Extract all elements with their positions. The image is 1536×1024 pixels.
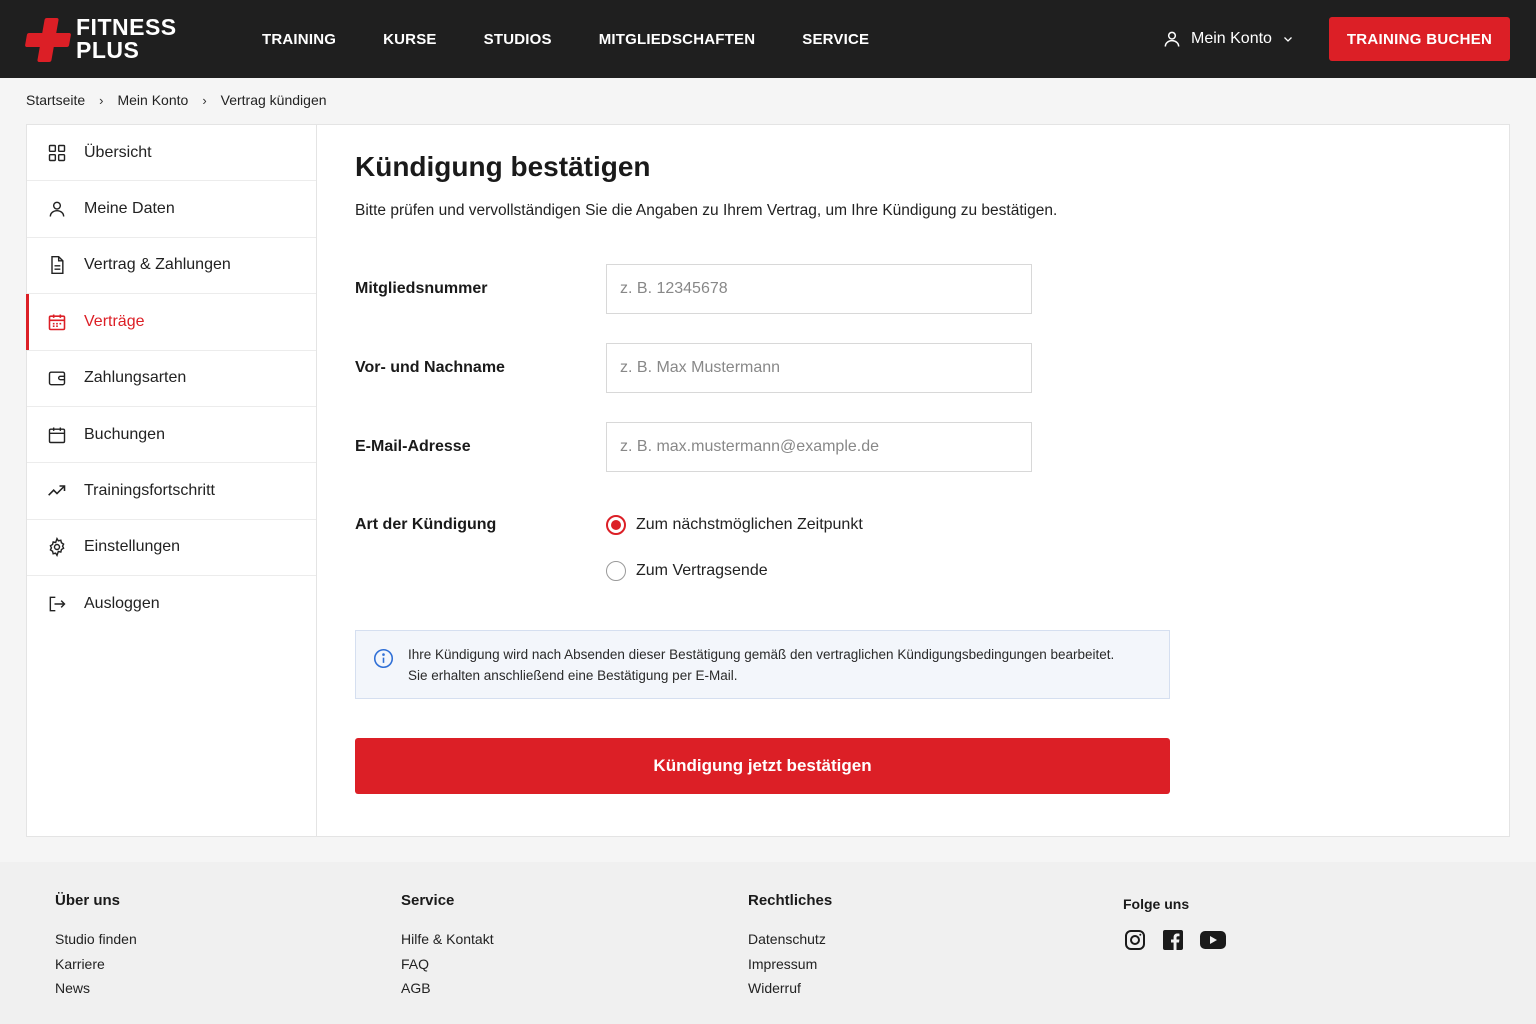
sidebar-item-label: Ausloggen bbox=[84, 595, 160, 613]
logo-text: FITNESS PLUS bbox=[76, 16, 177, 62]
footer-column-service: Service Hilfe & Kontakt FAQ AGB bbox=[401, 892, 494, 1001]
chevron-down-icon bbox=[1283, 37, 1292, 42]
user-icon bbox=[1164, 31, 1180, 47]
sidebar-item-zahlungsarten[interactable]: Zahlungsarten bbox=[27, 351, 316, 407]
info-box: Ihre Kündigung wird nach Absenden dieser… bbox=[355, 630, 1170, 699]
footer-column-title: Service bbox=[401, 892, 455, 909]
sidebar-item-meine-daten[interactable]: Meine Daten bbox=[27, 181, 316, 238]
breadcrumb-current: Vertrag kündigen bbox=[220, 92, 327, 108]
facebook-icon[interactable] bbox=[1161, 928, 1185, 952]
social-icons bbox=[1123, 928, 1241, 952]
nav-service[interactable]: SERVICE bbox=[802, 31, 869, 48]
sidebar-item-uebersicht[interactable]: Übersicht bbox=[27, 125, 316, 182]
footer-link[interactable]: Impressum bbox=[748, 952, 832, 977]
logo-line-1: FITNESS bbox=[76, 14, 177, 40]
account-label: Mein Konto bbox=[1191, 30, 1272, 47]
footer-link[interactable]: Widerruf bbox=[748, 976, 832, 1001]
page-intro: Bitte prüfen und vervollständigen Sie di… bbox=[355, 202, 1058, 219]
grid-icon bbox=[47, 143, 67, 163]
nav-studios[interactable]: STUDIOS bbox=[484, 31, 552, 48]
account-menu[interactable]: Mein Konto bbox=[1162, 26, 1303, 52]
logo-cross-icon bbox=[24, 18, 72, 62]
chevron-right-icon: › bbox=[99, 92, 104, 108]
instagram-icon[interactable] bbox=[1123, 928, 1147, 952]
sidebar-item-label: Einstellungen bbox=[84, 538, 181, 556]
footer-column-title: Rechtliches bbox=[748, 892, 833, 909]
account-sidebar: Übersicht Meine Daten Vertrag & Zahlunge… bbox=[26, 125, 317, 836]
confirm-cancellation-button[interactable]: Kündigung jetzt bestätigen bbox=[355, 738, 1170, 794]
logout-icon bbox=[47, 594, 67, 614]
user-icon bbox=[47, 199, 67, 219]
breadcrumb-home[interactable]: Startseite bbox=[26, 92, 85, 108]
sidebar-item-label: Übersicht bbox=[84, 143, 152, 161]
sidebar-item-label: Meine Daten bbox=[84, 200, 175, 218]
name-label: Vor- und Nachname bbox=[355, 359, 505, 376]
name-input[interactable] bbox=[606, 343, 1032, 393]
radio-dot[interactable] bbox=[606, 515, 626, 535]
sidebar-item-einstellungen[interactable]: Einstellungen bbox=[27, 520, 316, 577]
wallet-icon bbox=[47, 368, 67, 388]
member-number-input[interactable] bbox=[606, 264, 1032, 314]
sidebar-item-label: Trainingsfortschritt bbox=[84, 482, 215, 500]
main-nav: TRAINING KURSE STUDIOS MITGLIEDSCHAFTEN … bbox=[262, 0, 916, 78]
trend-icon bbox=[47, 481, 67, 501]
radio-earliest-date[interactable]: Zum nächstmöglichen Zeitpunkt bbox=[606, 515, 863, 535]
page-footer: Über uns Studio finden Karriere News Ser… bbox=[0, 862, 1536, 1024]
radio-dot[interactable] bbox=[606, 561, 626, 581]
top-header: FITNESS PLUS TRAINING KURSE STUDIOS MITG… bbox=[0, 0, 1536, 78]
info-line-2: Sie erhalten anschließend eine Bestätigu… bbox=[408, 667, 738, 683]
calendar-icon bbox=[47, 312, 67, 332]
logo-line-2: PLUS bbox=[76, 37, 140, 63]
sidebar-item-vertraege[interactable]: Verträge bbox=[26, 294, 316, 351]
sidebar-item-label: Buchungen bbox=[84, 425, 165, 443]
sidebar-item-label: Zahlungsarten bbox=[84, 369, 187, 387]
nav-training[interactable]: TRAINING bbox=[262, 31, 336, 48]
fitness-plus-logo[interactable]: FITNESS PLUS bbox=[24, 14, 196, 64]
footer-column-about: Über uns Studio finden Karriere News bbox=[55, 892, 137, 1001]
info-line-1: Ihre Kündigung wird nach Absenden dieser… bbox=[408, 646, 1115, 662]
footer-link[interactable]: Hilfe & Kontakt bbox=[401, 927, 494, 952]
sidebar-item-buchungen[interactable]: Buchungen bbox=[27, 407, 316, 464]
social-title: Folge uns bbox=[1123, 896, 1190, 912]
calendar-icon bbox=[47, 425, 67, 445]
footer-link[interactable]: Karriere bbox=[55, 952, 137, 977]
youtube-icon[interactable] bbox=[1199, 928, 1227, 952]
sidebar-item-label: Vertrag & Zahlungen bbox=[84, 256, 231, 274]
footer-link[interactable]: Datenschutz bbox=[748, 927, 832, 952]
info-icon bbox=[373, 648, 394, 669]
sidebar-item-ausloggen[interactable]: Ausloggen bbox=[27, 576, 316, 632]
gear-icon bbox=[47, 537, 67, 558]
breadcrumb-account[interactable]: Mein Konto bbox=[117, 92, 188, 108]
info-text: Ihre Kündigung wird nach Absenden dieser… bbox=[408, 644, 1114, 686]
sidebar-item-trainingsfortschritt[interactable]: Trainingsfortschritt bbox=[27, 463, 316, 520]
sidebar-item-vertrag-zahlungen[interactable]: Vertrag & Zahlungen bbox=[27, 238, 316, 295]
footer-column-legal: Rechtliches Datenschutz Impressum Widerr… bbox=[748, 892, 832, 1001]
radio-label: Zum nächstmöglichen Zeitpunkt bbox=[636, 516, 863, 533]
breadcrumb: Startseite › Mein Konto › Vertrag kündig… bbox=[26, 90, 327, 110]
document-icon bbox=[47, 255, 67, 275]
footer-link[interactable]: AGB bbox=[401, 976, 494, 1001]
footer-link[interactable]: News bbox=[55, 976, 137, 1001]
footer-link[interactable]: Studio finden bbox=[55, 927, 137, 952]
page-title: Kündigung bestätigen bbox=[355, 151, 651, 182]
book-training-button[interactable]: TRAINING BUCHEN bbox=[1329, 17, 1510, 61]
account-card: Übersicht Meine Daten Vertrag & Zahlunge… bbox=[26, 124, 1510, 837]
sidebar-item-label: Verträge bbox=[84, 312, 145, 330]
footer-link[interactable]: FAQ bbox=[401, 952, 494, 977]
nav-mitgliedschaften[interactable]: MITGLIEDSCHAFTEN bbox=[599, 31, 756, 48]
radio-contract-end[interactable]: Zum Vertragsende bbox=[606, 561, 768, 581]
nav-kurse[interactable]: KURSE bbox=[383, 31, 437, 48]
footer-column-title: Über uns bbox=[55, 892, 121, 909]
member-number-label: Mitgliedsnummer bbox=[355, 280, 488, 297]
email-label: E-Mail-Adresse bbox=[355, 438, 471, 455]
cancel-type-label: Art der Kündigung bbox=[355, 516, 497, 533]
email-input[interactable] bbox=[606, 422, 1032, 472]
radio-label: Zum Vertragsende bbox=[636, 562, 768, 579]
chevron-right-icon: › bbox=[202, 92, 207, 108]
footer-social: Folge uns bbox=[1123, 896, 1241, 952]
